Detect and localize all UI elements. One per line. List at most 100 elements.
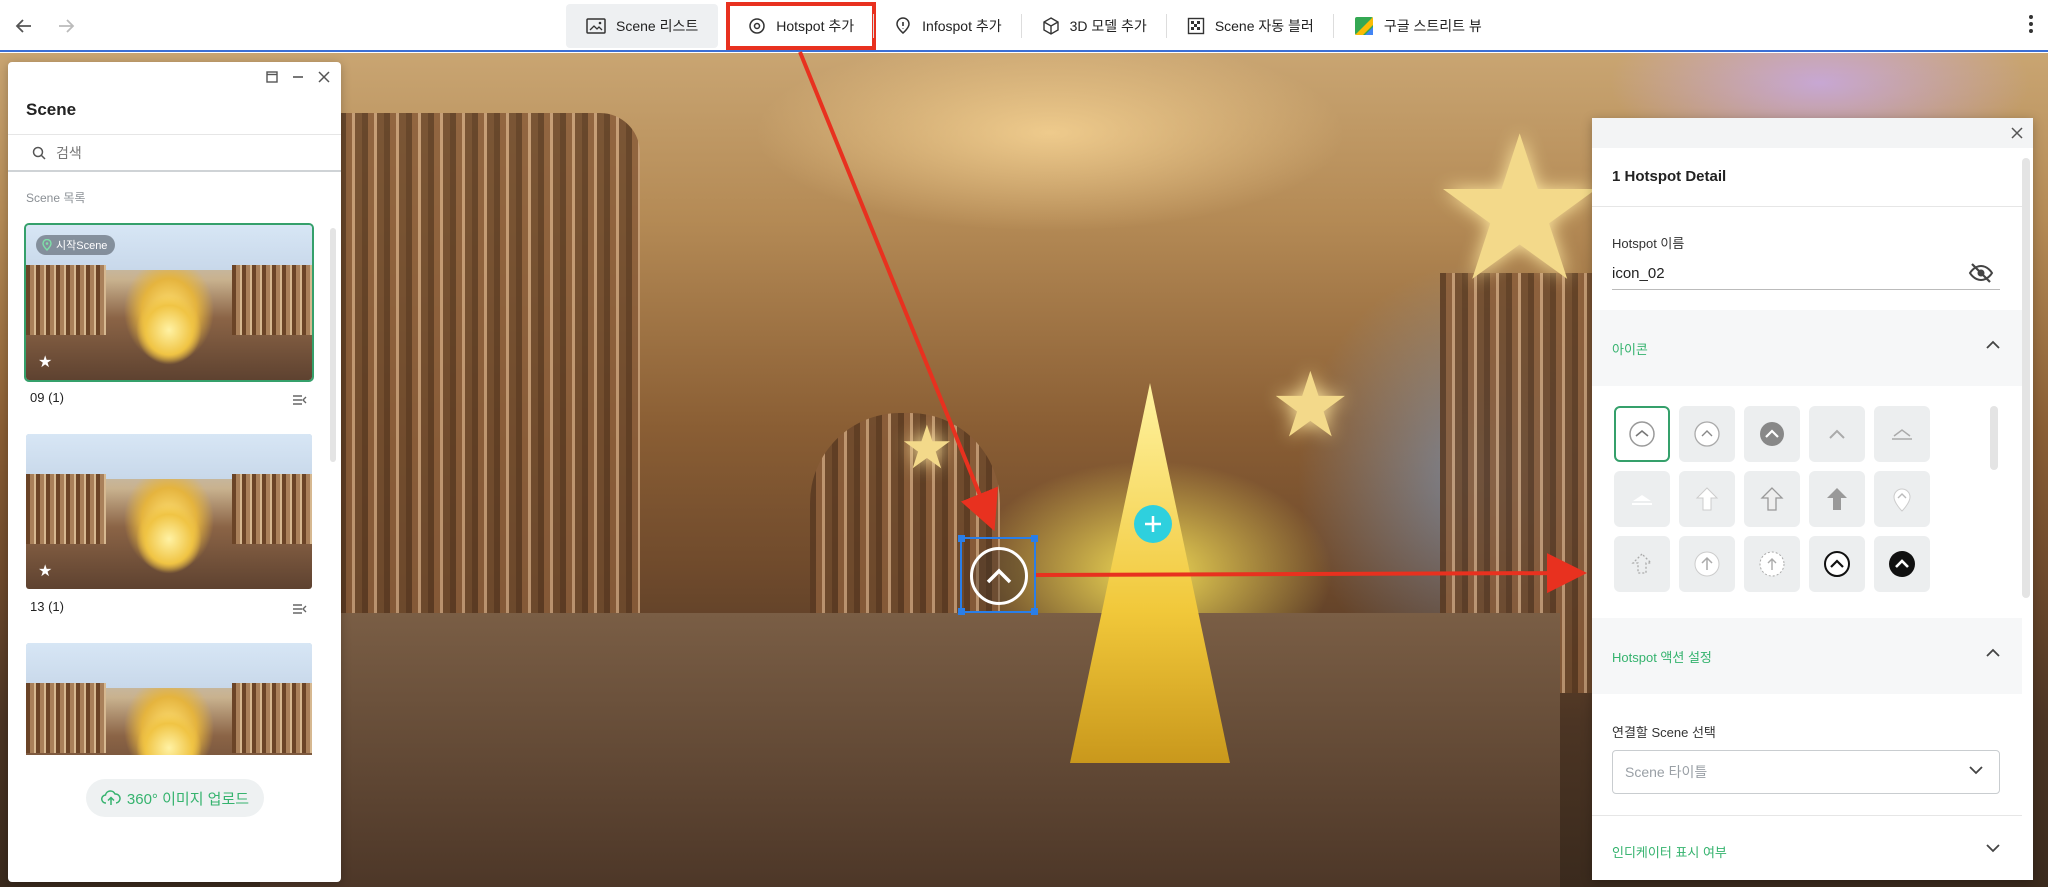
chevron-down-icon[interactable] <box>1986 844 2000 853</box>
close-icon[interactable] <box>2011 126 2023 144</box>
scene-panel: Scene Scene 목록 시작Scene ★ 09 (1) ★ 13 (1) <box>8 62 341 882</box>
street-view-button[interactable]: 구글 스트리트 뷰 <box>1334 4 1502 48</box>
reorder-icon[interactable] <box>292 602 308 616</box>
scene-thumbnail[interactable]: 시작Scene ★ <box>24 223 314 382</box>
add-hotspot-label: Hotspot 추가 <box>776 18 855 34</box>
more-menu-icon[interactable] <box>2028 14 2034 39</box>
star-ornament-small: ★ <box>1270 356 1351 456</box>
add-hotspot-button[interactable]: Hotspot 추가 <box>726 2 877 50</box>
scene-name: 09 (1) <box>30 390 64 405</box>
icon-section-header[interactable]: 아이콘 <box>1592 310 2022 386</box>
google-maps-icon <box>1354 17 1373 35</box>
link-scene-label: 연결할 Scene 선택 <box>1612 725 1716 740</box>
arrow-up-dashed-icon[interactable] <box>1614 536 1670 592</box>
hotspot-name-input[interactable] <box>1612 258 2000 290</box>
floor <box>260 613 1560 887</box>
scene-select-placeholder: Scene 타이틀 <box>1625 764 1708 780</box>
close-icon[interactable] <box>317 70 331 84</box>
scene-thumbnail[interactable]: ★ <box>26 434 312 589</box>
selected-hotspot[interactable] <box>958 535 1038 615</box>
visibility-off-icon[interactable] <box>1968 262 1994 289</box>
top-toolbar: Scene 리스트 Hotspot 추가 Infospot 추가 3D 모델 추… <box>0 0 2048 52</box>
circle-chevron-up-dark-icon[interactable] <box>1809 536 1865 592</box>
upload-360-button[interactable]: 360° 이미지 업로드 <box>86 779 264 817</box>
hotspot-detail-panel: 1 Hotspot Detail Hotspot 이름 아이콘 Hotspot … <box>1592 118 2033 880</box>
icon-section-label: 아이콘 <box>1612 341 1648 357</box>
search-input[interactable] <box>56 144 316 161</box>
auto-blur-button[interactable]: Scene 자동 블러 <box>1167 4 1334 48</box>
add-3d-model-label: 3D 모델 추가 <box>1069 18 1147 34</box>
cube-icon <box>1042 17 1059 35</box>
panel-title: Scene <box>26 100 77 119</box>
circle-chevron-up-filled-icon[interactable] <box>1744 406 1800 462</box>
reorder-icon[interactable] <box>292 393 308 407</box>
resize-handle[interactable] <box>1031 608 1038 615</box>
divider <box>1592 206 2022 207</box>
map-pin-icon[interactable] <box>1874 471 1930 527</box>
favorite-star-icon[interactable]: ★ <box>38 561 52 581</box>
start-scene-badge: 시작Scene <box>36 235 116 255</box>
window-controls <box>265 70 331 84</box>
scene-select-dropdown[interactable]: Scene 타이틀 <box>1612 750 2000 794</box>
scrollbar[interactable] <box>330 228 336 462</box>
icon-grid <box>1614 406 1930 592</box>
add-position-marker[interactable] <box>1134 505 1172 543</box>
indicator-section-label: 인디케이터 표시 여부 <box>1612 844 1727 860</box>
scene-list-label: Scene 리스트 <box>616 18 699 34</box>
circle-arrow-up-icon[interactable] <box>1679 536 1735 592</box>
chevron-down-icon <box>1969 766 1983 775</box>
christmas-tree <box>1070 383 1230 763</box>
circle-chevron-up-light-icon[interactable] <box>1679 406 1735 462</box>
arrow-up-outline-icon[interactable] <box>1744 471 1800 527</box>
star-ornament-large: ★ <box>1430 98 1610 321</box>
info-pin-icon <box>896 17 910 34</box>
image-list-icon <box>586 18 606 34</box>
circle-chevron-up-solid-icon[interactable] <box>1874 536 1930 592</box>
hotspot-target-icon <box>749 18 765 34</box>
badge-label: 시작Scene <box>56 240 108 252</box>
star-ornament-tiny: ★ <box>900 414 954 481</box>
indicator-section-header[interactable]: 인디케이터 표시 여부 <box>1592 816 2022 880</box>
add-infospot-label: Infospot 추가 <box>922 18 1002 34</box>
back-arrow-icon[interactable] <box>12 14 36 38</box>
scene-name: 13 (1) <box>30 599 64 614</box>
arrow-up-icon[interactable] <box>1679 471 1735 527</box>
street-view-label: 구글 스트리트 뷰 <box>1383 18 1482 34</box>
minimize-icon[interactable] <box>291 70 305 84</box>
scene-list-button[interactable]: Scene 리스트 <box>566 4 719 48</box>
upload-label: 360° 이미지 업로드 <box>126 790 250 808</box>
arrow-up-filled-icon[interactable] <box>1809 471 1865 527</box>
circle-chevron-up-icon[interactable] <box>1614 406 1670 462</box>
triangle-bar-icon[interactable] <box>1614 471 1670 527</box>
tool-buttons: Scene 리스트 Hotspot 추가 Infospot 추가 3D 모델 추… <box>566 2 1502 50</box>
chevron-up-icon[interactable] <box>1986 648 2000 657</box>
resize-handle[interactable] <box>958 535 965 542</box>
chevron-up-circle-icon <box>970 547 1028 605</box>
add-3d-model-button[interactable]: 3D 모델 추가 <box>1022 4 1167 48</box>
circle-arrow-up-dashed-icon[interactable] <box>1744 536 1800 592</box>
pin-icon <box>42 239 52 251</box>
chevron-up-bar-icon[interactable] <box>1874 406 1930 462</box>
scene-card[interactable]: 시작Scene ★ 09 (1) <box>24 223 314 407</box>
hotspot-name-label: Hotspot 이름 <box>1612 236 1685 251</box>
scrollbar[interactable] <box>1990 406 1998 470</box>
maximize-icon[interactable] <box>265 70 279 84</box>
resize-handle[interactable] <box>958 608 965 615</box>
panel-header-bar <box>1592 118 2033 148</box>
chevron-up-icon[interactable] <box>1809 406 1865 462</box>
scene-card[interactable] <box>26 643 312 755</box>
add-infospot-button[interactable]: Infospot 추가 <box>874 4 1022 48</box>
scrollbar[interactable] <box>2022 158 2030 598</box>
blur-grid-icon <box>1187 17 1205 35</box>
resize-handle[interactable] <box>1031 535 1038 542</box>
forward-arrow-icon[interactable] <box>54 14 78 38</box>
auto-blur-label: Scene 자동 블러 <box>1214 18 1314 34</box>
scene-card[interactable]: ★ 13 (1) <box>26 434 312 614</box>
action-section-label: Hotspot 액션 설정 <box>1612 649 1712 665</box>
scene-thumbnail[interactable] <box>26 643 312 755</box>
action-section-header[interactable]: Hotspot 액션 설정 <box>1592 618 2022 694</box>
bookshelf-left <box>340 113 640 673</box>
search-bar <box>8 134 341 172</box>
favorite-star-icon[interactable]: ★ <box>38 352 52 372</box>
chevron-up-icon[interactable] <box>1986 340 2000 349</box>
